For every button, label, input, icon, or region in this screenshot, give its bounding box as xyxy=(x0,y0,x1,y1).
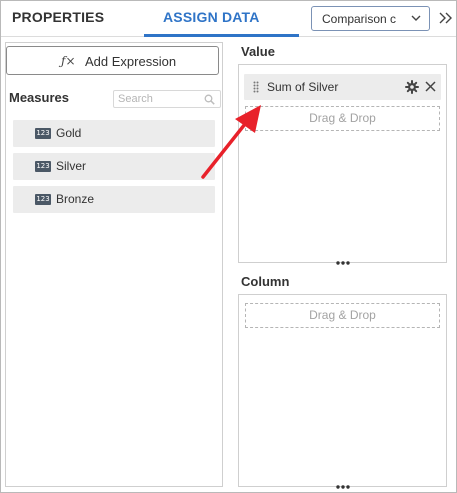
drag-handle-icon[interactable] xyxy=(253,81,259,93)
chart-type-select-value: Comparison c xyxy=(322,12,397,26)
search-input[interactable] xyxy=(118,92,198,106)
resize-handle-icon[interactable] xyxy=(335,260,351,266)
measure-label: Silver xyxy=(56,159,87,173)
measures-panel xyxy=(5,42,223,487)
measure-label: Gold xyxy=(56,126,82,140)
add-expression-button[interactable]: ƒ× Add Expression xyxy=(6,46,219,75)
panel-header: PROPERTIES ASSIGN DATA Comparison c xyxy=(1,1,456,37)
tab-assign-data[interactable]: ASSIGN DATA xyxy=(163,1,260,37)
column-section-title: Column xyxy=(241,274,290,289)
measure-item-gold[interactable]: 123 Gold xyxy=(13,120,215,147)
function-icon: ƒ× xyxy=(61,54,76,68)
measures-title: Measures xyxy=(9,90,69,105)
value-field-label: Sum of Silver xyxy=(267,80,339,94)
gear-icon[interactable] xyxy=(405,80,419,94)
numeric-type-icon: 123 xyxy=(35,161,51,172)
measure-item-silver[interactable]: 123 Silver xyxy=(13,153,215,180)
numeric-type-icon: 123 xyxy=(35,128,51,139)
value-field-item[interactable]: Sum of Silver xyxy=(244,74,441,100)
value-drop-zone[interactable]: Drag & Drop xyxy=(245,106,440,131)
column-drop-zone[interactable]: Drag & Drop xyxy=(245,303,440,328)
active-tab-indicator xyxy=(144,34,299,37)
assign-data-panel: PROPERTIES ASSIGN DATA Comparison c ƒ× A… xyxy=(0,0,457,493)
numeric-type-icon: 123 xyxy=(35,194,51,205)
close-icon[interactable] xyxy=(424,80,437,93)
chart-type-select[interactable]: Comparison c xyxy=(311,6,430,31)
value-section-title: Value xyxy=(241,44,275,59)
measure-label: Bronze xyxy=(56,192,95,206)
drag-direction-arrow-icon xyxy=(201,105,261,179)
resize-handle-icon[interactable] xyxy=(335,484,351,490)
add-expression-label: Add Expression xyxy=(85,54,177,69)
tab-properties[interactable]: PROPERTIES xyxy=(12,1,104,37)
chevron-down-icon xyxy=(411,15,421,21)
double-chevron-right-icon[interactable] xyxy=(437,9,453,27)
measure-item-bronze[interactable]: 123 Bronze xyxy=(13,186,215,213)
